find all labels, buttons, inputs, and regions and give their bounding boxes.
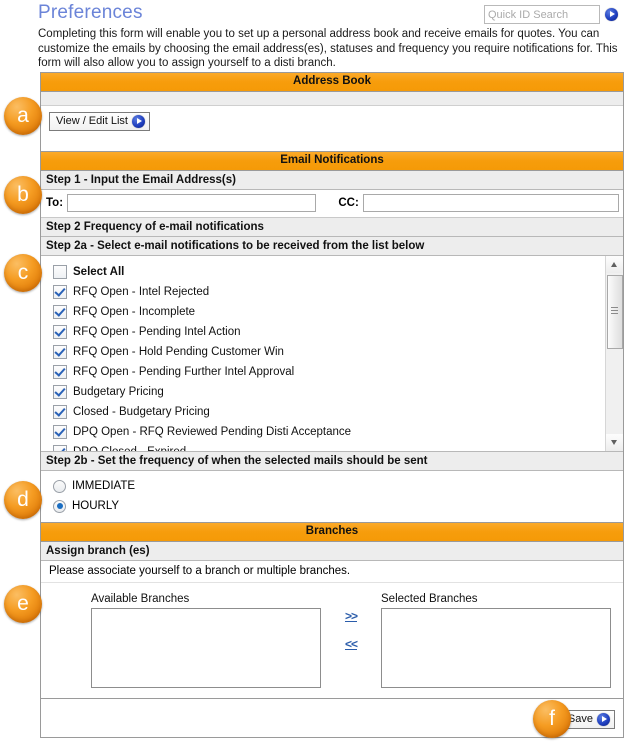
- branch-selector: Available Branches >> << Selected Branch…: [41, 583, 623, 698]
- notification-item-row[interactable]: RFQ Open - Intel Rejected: [53, 282, 605, 302]
- section-header-address-book: Address Book: [41, 72, 623, 92]
- notification-item-row[interactable]: DPQ Closed - Expired: [53, 442, 605, 452]
- notification-item-label: RFQ Open - Incomplete: [73, 306, 196, 318]
- notification-list-container: Select All RFQ Open - Intel Rejected RFQ …: [41, 256, 623, 452]
- annotation-badge-b: b: [4, 176, 42, 214]
- notification-checkbox[interactable]: [53, 365, 67, 379]
- available-branches-label: Available Branches: [91, 593, 190, 605]
- frequency-radio[interactable]: [53, 499, 66, 513]
- notification-item-row[interactable]: Budgetary Pricing: [53, 382, 605, 402]
- scroll-down-arrow-icon[interactable]: [606, 434, 623, 451]
- step2b-title: Step 2b - Set the frequency of when the …: [41, 452, 623, 471]
- notification-checkbox[interactable]: [53, 405, 67, 419]
- notification-checkbox[interactable]: [53, 445, 67, 451]
- notification-checkbox[interactable]: [53, 345, 67, 359]
- to-label: To:: [46, 197, 64, 209]
- notification-item-label: Budgetary Pricing: [73, 386, 164, 398]
- notification-item-label: DPQ Open - RFQ Reviewed Pending Disti Ac…: [73, 426, 352, 438]
- annotation-badge-d: d: [4, 481, 42, 519]
- annotation-badge-a: a: [4, 97, 42, 135]
- available-branches-column: Available Branches: [91, 593, 321, 688]
- available-branches-listbox[interactable]: [91, 608, 321, 688]
- selected-branches-label: Selected Branches: [381, 593, 478, 605]
- scrollbar-thumb[interactable]: [607, 275, 623, 349]
- notification-item-label: RFQ Open - Hold Pending Customer Win: [73, 346, 284, 358]
- email-address-row: To: CC:: [41, 190, 623, 218]
- preferences-panel: Address Book View / Edit List Email Noti…: [40, 72, 624, 738]
- notification-checkbox[interactable]: [53, 305, 67, 319]
- select-all-row[interactable]: Select All: [53, 262, 605, 282]
- page-header: Preferences Completing this form will en…: [0, 0, 630, 72]
- quick-id-search-input[interactable]: [484, 5, 600, 24]
- move-right-link[interactable]: >>: [337, 609, 365, 623]
- notification-item-row[interactable]: DPQ Open - RFQ Reviewed Pending Disti Ac…: [53, 422, 605, 442]
- notification-item-row[interactable]: Closed - Budgetary Pricing: [53, 402, 605, 422]
- address-book-spacer: [41, 92, 623, 106]
- notification-item-label: RFQ Open - Pending Intel Action: [73, 326, 241, 338]
- notification-item-row[interactable]: RFQ Open - Pending Intel Action: [53, 322, 605, 342]
- annotation-badge-e: e: [4, 585, 42, 623]
- view-edit-list-label: View / Edit List: [56, 115, 128, 127]
- view-edit-list-button[interactable]: View / Edit List: [49, 112, 150, 131]
- frequency-option-label: IMMEDIATE: [72, 480, 136, 492]
- quick-id-search-group: [484, 5, 618, 24]
- address-book-actions: View / Edit List: [41, 106, 623, 137]
- select-all-checkbox[interactable]: [53, 265, 67, 279]
- step1-title: Step 1 - Input the Email Address(s): [41, 171, 623, 190]
- assign-branch-title: Assign branch (es): [41, 542, 623, 561]
- to-input[interactable]: [67, 194, 317, 212]
- notification-item-label: DPQ Closed - Expired: [73, 446, 187, 452]
- move-left-link[interactable]: <<: [337, 637, 365, 651]
- notification-item-row[interactable]: RFQ Open - Pending Further Intel Approva…: [53, 362, 605, 382]
- select-all-label: Select All: [73, 266, 125, 278]
- branch-move-controls: >> <<: [337, 609, 365, 665]
- notification-item-label: Closed - Budgetary Pricing: [73, 406, 210, 418]
- annotation-badge-f: f: [533, 700, 571, 738]
- intro-paragraph: Completing this form will enable you to …: [38, 28, 618, 70]
- selected-branches-listbox[interactable]: [381, 608, 611, 688]
- notification-checkbox[interactable]: [53, 385, 67, 399]
- address-book-bottom-spacer: [41, 137, 623, 151]
- notification-item-label: RFQ Open - Intel Rejected: [73, 286, 210, 298]
- notification-list-scrollbar[interactable]: [605, 256, 623, 451]
- frequency-radio[interactable]: [53, 479, 66, 493]
- go-arrow-icon[interactable]: [597, 713, 610, 726]
- save-button-label: Save: [567, 713, 593, 725]
- notification-checkbox[interactable]: [53, 325, 67, 339]
- frequency-option-label: HOURLY: [72, 500, 120, 512]
- annotation-badge-c: c: [4, 254, 42, 292]
- go-arrow-icon[interactable]: [605, 8, 618, 21]
- scroll-up-arrow-icon[interactable]: [606, 256, 623, 273]
- step2-title: Step 2 Frequency of e-mail notifications: [41, 218, 623, 237]
- notification-items: RFQ Open - Intel Rejected RFQ Open - Inco…: [53, 282, 605, 452]
- frequency-options: IMMEDIATE HOURLY: [41, 471, 623, 522]
- frequency-option-row[interactable]: HOURLY: [53, 496, 623, 516]
- notification-item-row[interactable]: RFQ Open - Incomplete: [53, 302, 605, 322]
- section-header-email-notifications: Email Notifications: [41, 151, 623, 171]
- notification-checkbox[interactable]: [53, 425, 67, 439]
- cc-input[interactable]: [362, 194, 619, 212]
- notification-item-row[interactable]: RFQ Open - Hold Pending Customer Win: [53, 342, 605, 362]
- frequency-option-row[interactable]: IMMEDIATE: [53, 476, 623, 496]
- notification-list: Select All RFQ Open - Intel Rejected RFQ …: [41, 256, 605, 451]
- selected-branches-column: Selected Branches: [381, 593, 611, 688]
- branch-note: Please associate yourself to a branch or…: [41, 561, 623, 583]
- step2a-title: Step 2a - Select e-mail notifications to…: [41, 237, 623, 256]
- notification-checkbox[interactable]: [53, 285, 67, 299]
- section-header-branches: Branches: [41, 522, 623, 542]
- notification-item-label: RFQ Open - Pending Further Intel Approva…: [73, 366, 295, 378]
- go-arrow-icon[interactable]: [131, 115, 145, 128]
- cc-label: CC:: [338, 197, 359, 209]
- page-title: Preferences: [38, 2, 143, 23]
